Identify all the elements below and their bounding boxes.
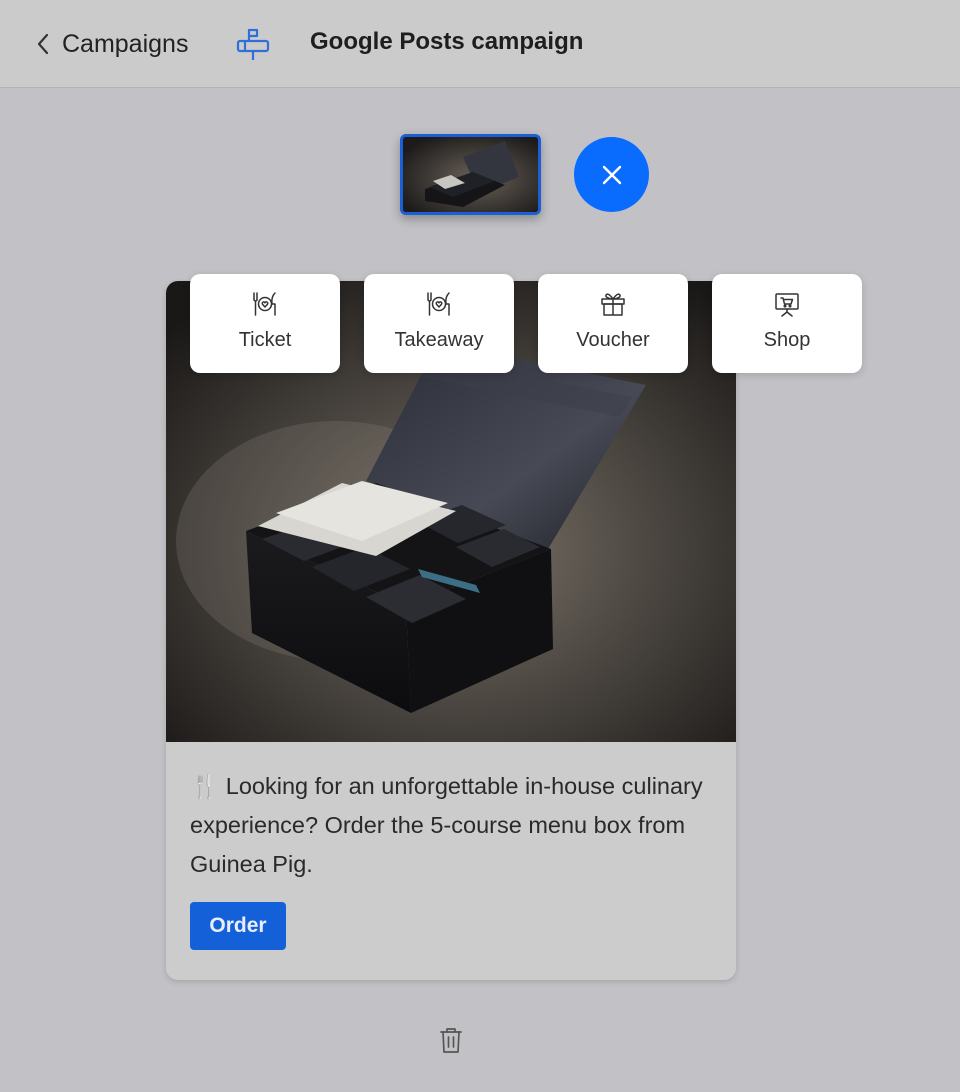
takeaway-type-button[interactable]: Takeaway (364, 274, 514, 373)
voucher-label: Voucher (576, 329, 650, 351)
mailbox-icon (236, 28, 270, 60)
post-preview-card: 🍴 Looking for an unforgettable in-house … (166, 281, 736, 980)
close-button[interactable] (574, 137, 649, 212)
shop-type-button[interactable]: Shop (712, 274, 862, 373)
order-button[interactable]: Order (190, 902, 286, 950)
ticket-type-button[interactable]: Ticket (190, 274, 340, 373)
post-text: 🍴 Looking for an unforgettable in-house … (190, 773, 703, 877)
back-link-label: Campaigns (62, 29, 189, 58)
page-title: Google Posts campaign (310, 28, 584, 55)
post-thumbnail[interactable] (400, 134, 541, 215)
ticket-label: Ticket (238, 329, 292, 351)
shop-label: Shop (763, 329, 811, 351)
back-to-campaigns-link[interactable]: Campaigns (36, 24, 188, 64)
chevron-left-icon (37, 33, 49, 55)
cutlery-heart-icon (253, 292, 276, 316)
voucher-type-button[interactable]: Voucher (538, 274, 688, 373)
cutlery-heart-icon (427, 292, 450, 316)
close-icon (602, 165, 621, 184)
trash-icon[interactable] (438, 1026, 464, 1054)
takeaway-label: Takeaway (394, 329, 484, 351)
top-bar: Campaigns Google Posts campaign (0, 0, 960, 88)
thumbnail-image (403, 137, 538, 212)
shop-cart-icon (775, 293, 799, 317)
gift-icon (601, 293, 625, 316)
